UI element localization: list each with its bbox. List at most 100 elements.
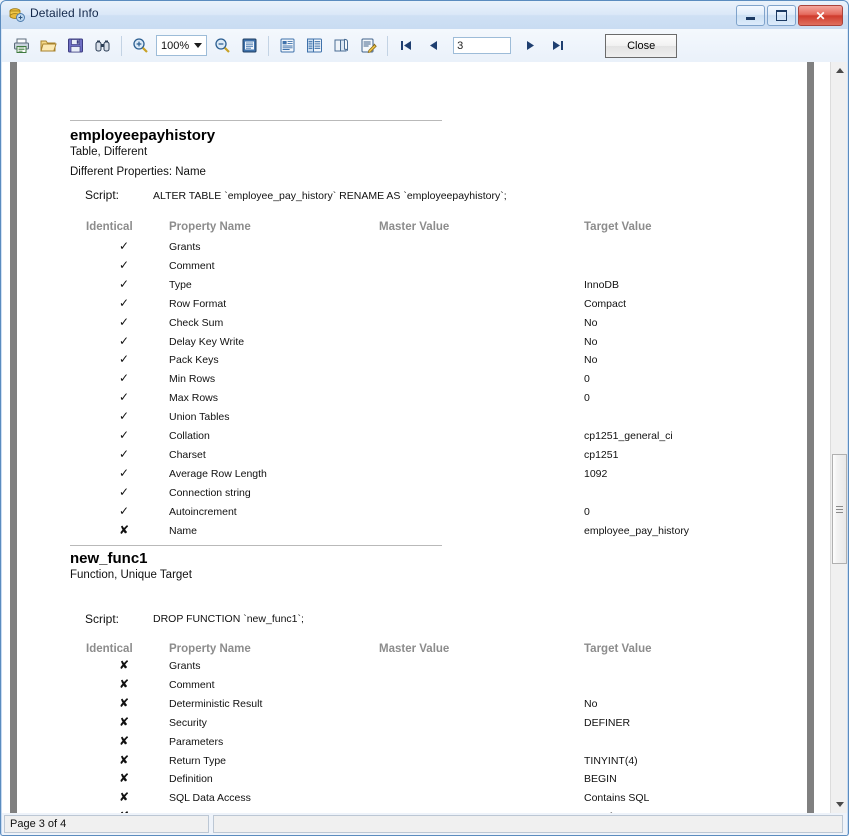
zoom-out-button[interactable] — [210, 33, 235, 58]
vertical-scrollbar[interactable] — [830, 62, 847, 813]
target-value-cell: No — [584, 697, 598, 710]
section-rule — [70, 120, 442, 121]
last-page-icon — [553, 41, 564, 50]
close-icon: ✕ — [815, 8, 826, 23]
window-title: Detailed Info — [30, 6, 99, 20]
target-value-cell: No — [584, 316, 598, 329]
script-label: Script: — [85, 188, 120, 202]
status-page-indicator: Page 3 of 4 — [4, 815, 209, 833]
target-value-cell: employee_pay_history — [584, 524, 690, 537]
single-page-button[interactable] — [275, 33, 300, 58]
identical-cross-icon: ✘ — [118, 733, 130, 748]
target-value-cell: 1092 — [584, 467, 608, 480]
section-rule — [70, 545, 442, 546]
scroll-up-button[interactable] — [831, 62, 848, 79]
zoom-level-select[interactable]: 100% — [156, 35, 208, 56]
triangle-down-icon — [835, 802, 844, 807]
toolbar: 100% 3 Close — [2, 29, 847, 63]
identical-check-icon: ✓ — [118, 314, 130, 329]
identical-cross-icon: ✘ — [118, 522, 130, 537]
edit-button[interactable] — [356, 33, 381, 58]
identical-check-icon: ✓ — [118, 484, 130, 499]
first-page-icon — [401, 41, 412, 50]
last-page-button[interactable] — [545, 33, 570, 58]
property-name-cell: Type — [169, 278, 192, 291]
report-page: employeepayhistory Table, Different Diff… — [17, 62, 807, 813]
scroll-down-button[interactable] — [831, 796, 848, 813]
preview-client-area: employeepayhistory Table, Different Diff… — [2, 62, 847, 813]
property-name-cell: Deterministic Result — [169, 697, 263, 710]
property-name-cell: Average Row Length — [169, 467, 267, 480]
property-name-cell: Pack Keys — [169, 354, 219, 367]
app-icon — [9, 7, 25, 23]
column-header-property-name: Property Name — [169, 643, 251, 655]
thumbnails-button[interactable] — [329, 33, 354, 58]
prev-page-button[interactable] — [421, 33, 446, 58]
identical-cross-icon: ✘ — [118, 771, 130, 786]
scrollbar-thumb[interactable] — [832, 454, 847, 564]
target-value-cell: 0 — [584, 505, 590, 518]
prev-page-icon — [430, 41, 438, 50]
script-text: DROP FUNCTION `new_func1`; — [153, 613, 304, 625]
triangle-up-icon — [835, 68, 844, 73]
multi-page-icon — [307, 38, 323, 53]
identical-check-icon: ✓ — [118, 295, 130, 310]
property-name-cell: Definition — [169, 773, 213, 786]
book-thumbnails-icon — [334, 38, 349, 52]
save-button[interactable] — [63, 33, 88, 58]
identical-cross-icon: ✘ — [118, 752, 130, 767]
column-header-target-value: Target Value — [584, 643, 652, 655]
zoom-out-icon — [215, 38, 230, 53]
page-number-input[interactable]: 3 — [453, 37, 512, 54]
print-button[interactable] — [9, 33, 34, 58]
target-value-cell: Compact — [584, 297, 627, 310]
first-page-button[interactable] — [394, 33, 419, 58]
property-name-cell: Parameters — [169, 735, 224, 748]
maximize-button[interactable] — [767, 5, 796, 26]
script-text: ALTER TABLE `employee_pay_history` RENAM… — [153, 190, 507, 202]
multi-page-button[interactable] — [302, 33, 327, 58]
object-different-properties: Different Properties: Name — [70, 166, 206, 178]
identical-check-icon: ✓ — [118, 465, 130, 480]
page-left-shadow — [10, 62, 17, 813]
minimize-button[interactable] — [736, 5, 765, 26]
target-value-cell: TINYINT(4) — [584, 754, 638, 767]
identical-cross-icon: ✘ — [118, 714, 130, 729]
property-name-cell: Grants — [169, 241, 201, 253]
property-name-cell: Autoincrement — [169, 505, 237, 518]
column-header-master-value: Master Value — [379, 221, 450, 233]
target-value-cell: cp1251 — [584, 448, 619, 461]
identical-check-icon: ✓ — [118, 503, 130, 518]
property-name-cell: Comment — [169, 259, 215, 272]
page-right-shadow — [807, 62, 814, 813]
status-secondary-pane — [213, 815, 843, 833]
target-value-cell: 0 — [584, 373, 590, 386]
property-name-cell: Collation — [169, 430, 210, 442]
identical-cross-icon: ✘ — [118, 676, 130, 691]
object-name: employeepayhistory — [70, 127, 216, 144]
target-value-cell: No — [584, 335, 598, 348]
single-page-icon — [280, 38, 295, 53]
scrollbar-grip — [836, 504, 843, 515]
target-value-cell: Contains SQL — [584, 792, 650, 805]
close-window-button[interactable]: ✕ — [798, 5, 843, 26]
close-button[interactable]: Close — [605, 33, 678, 58]
identical-check-icon: ✓ — [118, 333, 130, 348]
object-subtitle: Function, Unique Target — [70, 569, 192, 581]
zoom-in-button[interactable] — [128, 33, 153, 58]
detailed-info-window: Detailed Info ✕ 100% 3 Close employeepay… — [0, 0, 849, 836]
identical-cross-icon: ✘ — [118, 790, 130, 805]
whole-page-button[interactable] — [237, 33, 262, 58]
target-value-cell: InnoDB — [584, 278, 620, 291]
identical-check-icon: ✓ — [118, 239, 130, 253]
property-name-cell: Union Tables — [169, 411, 230, 424]
next-page-button[interactable] — [518, 33, 543, 58]
target-value-cell: 0 — [584, 392, 590, 405]
find-button[interactable] — [90, 33, 115, 58]
property-name-cell: Return Type — [169, 754, 227, 767]
print-preview-surface: employeepayhistory Table, Different Diff… — [2, 62, 830, 813]
edit-page-icon — [361, 38, 377, 54]
open-button[interactable] — [36, 33, 61, 58]
binoculars-icon — [95, 40, 110, 52]
property-name-cell: Charset — [169, 448, 206, 461]
